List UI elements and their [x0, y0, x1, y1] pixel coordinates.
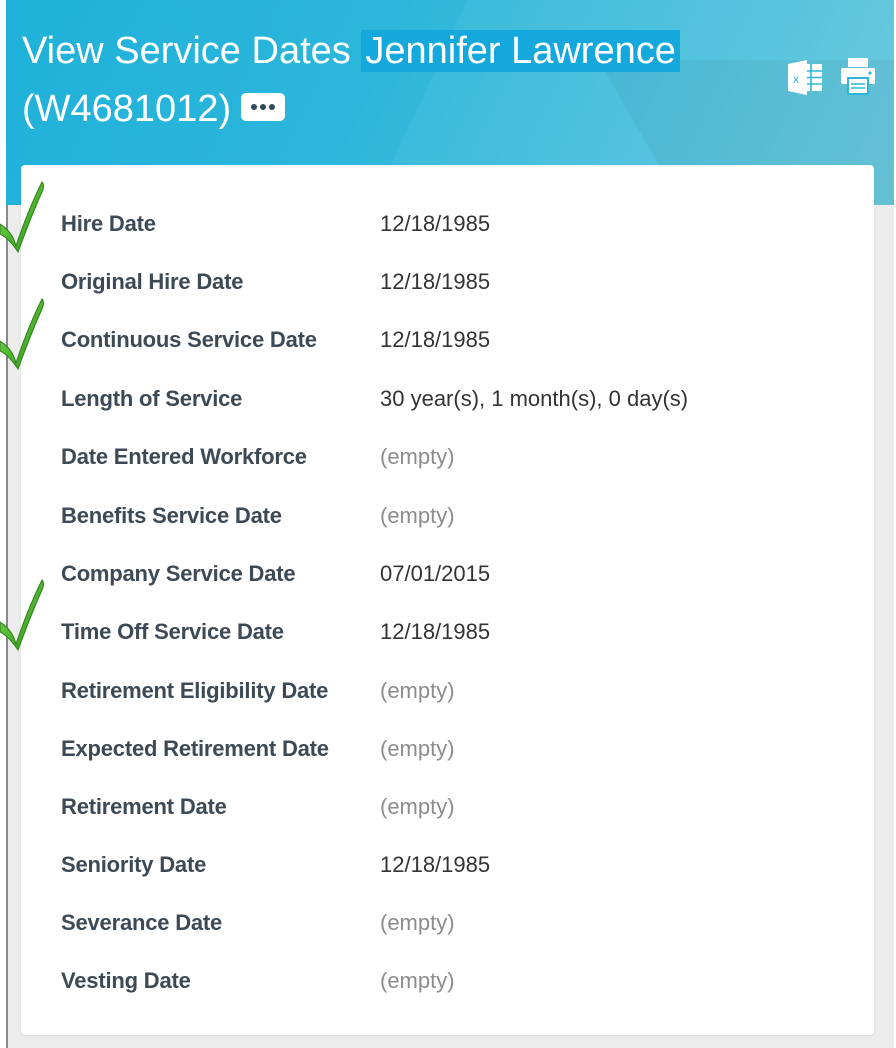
field-label: Retirement Date	[61, 794, 227, 819]
field-value: 12/18/1985	[380, 211, 491, 236]
field-row-date-entered-workforce: Date Entered Workforce (empty)	[61, 442, 841, 472]
field-label: Hire Date	[61, 211, 156, 236]
field-row-company-service-date: Company Service Date 07/01/2015	[61, 559, 841, 589]
field-label: Time Off Service Date	[61, 619, 284, 644]
ellipsis-icon	[251, 103, 258, 110]
field-value: (empty)	[380, 503, 455, 528]
field-row-hire-date: Hire Date 12/18/1985	[61, 209, 841, 239]
excel-export-icon[interactable]: x	[786, 58, 824, 96]
page-title-prefix: View Service Dates	[22, 30, 351, 72]
field-row-length-of-service: Length of Service 30 year(s), 1 month(s)…	[61, 384, 841, 414]
field-label: Benefits Service Date	[61, 503, 282, 528]
checkmark-icon	[0, 298, 44, 371]
print-icon[interactable]	[839, 56, 877, 96]
checkmark-icon	[0, 579, 44, 652]
field-row-vesting-date: Vesting Date (empty)	[61, 966, 841, 996]
field-value: (empty)	[380, 968, 455, 993]
page-title: View Service Dates Jennifer Lawrence	[22, 26, 680, 76]
field-label: Continuous Service Date	[61, 327, 317, 352]
field-label: Date Entered Workforce	[61, 444, 307, 469]
field-label: Seniority Date	[61, 852, 207, 877]
field-value: (empty)	[380, 794, 455, 819]
field-label: Severance Date	[61, 910, 223, 935]
service-dates-card: Hire Date 12/18/1985 Original Hire Date …	[21, 165, 874, 1035]
related-actions-button[interactable]	[241, 92, 286, 121]
field-row-continuous-service-date: Continuous Service Date 12/18/1985	[61, 325, 841, 355]
field-label: Original Hire Date	[61, 269, 244, 294]
field-row-time-off-service-date: Time Off Service Date 12/18/1985	[61, 617, 841, 647]
field-label: Expected Retirement Date	[61, 736, 329, 761]
field-row-expected-retirement-date: Expected Retirement Date (empty)	[61, 734, 841, 764]
field-label: Vesting Date	[61, 968, 191, 993]
field-row-benefits-service-date: Benefits Service Date (empty)	[61, 501, 841, 531]
field-row-original-hire-date: Original Hire Date 12/18/1985	[61, 267, 841, 297]
field-value: 12/18/1985	[380, 269, 491, 294]
field-row-severance-date: Severance Date (empty)	[61, 908, 841, 938]
field-value: 12/18/1985	[380, 852, 491, 877]
page-title-second-line: (W4681012)	[22, 84, 286, 134]
checkmark-icon	[0, 181, 44, 254]
field-label: Company Service Date	[61, 561, 296, 586]
field-value: (empty)	[380, 736, 455, 761]
field-value: (empty)	[380, 444, 455, 469]
svg-text:x: x	[793, 72, 799, 86]
field-row-retirement-eligibility-date: Retirement Eligibility Date (empty)	[61, 676, 841, 706]
field-label: Retirement Eligibility Date	[61, 678, 329, 703]
field-value: 12/18/1985	[380, 619, 491, 644]
field-value: 07/01/2015	[380, 561, 491, 586]
worker-id: (W4681012)	[22, 88, 232, 130]
field-row-seniority-date: Seniority Date 12/18/1985	[61, 850, 841, 880]
field-value: (empty)	[380, 910, 455, 935]
field-value: 12/18/1985	[380, 327, 491, 352]
field-label: Length of Service	[61, 386, 243, 411]
field-value: 30 year(s), 1 month(s), 0 day(s)	[380, 386, 689, 411]
worker-name: Jennifer Lawrence	[361, 30, 680, 72]
field-row-retirement-date: Retirement Date (empty)	[61, 792, 841, 822]
field-value: (empty)	[380, 678, 455, 703]
